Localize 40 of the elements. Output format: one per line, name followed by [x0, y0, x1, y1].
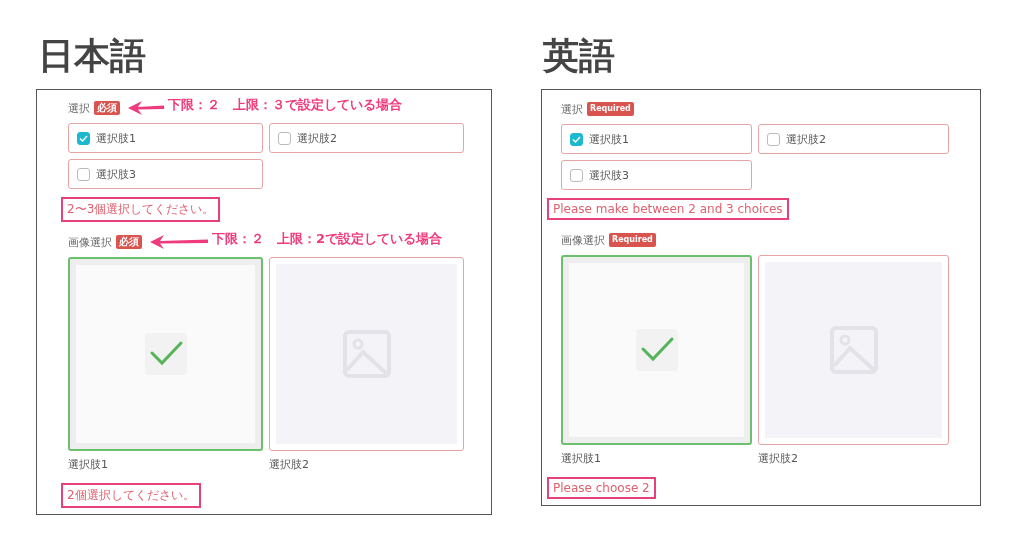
error-message: Please make between 2 and 3 choices	[547, 198, 789, 220]
checkbox[interactable]	[570, 132, 583, 146]
checkbox-option[interactable]: 選択肢3	[68, 159, 263, 189]
checkbox-option[interactable]: 選択肢2	[269, 123, 464, 153]
checkbox-option[interactable]: 選択肢3	[561, 160, 752, 190]
error-message: 2個選択してください。	[61, 483, 201, 508]
option-caption: 選択肢1	[561, 451, 602, 466]
annotation-note: 下限：２ 上限：３で設定している場合	[168, 96, 402, 114]
arrow-icon	[128, 101, 164, 115]
checkbox-option[interactable]: 選択肢1	[561, 124, 752, 154]
checkbox-option[interactable]: 選択肢1	[68, 123, 263, 153]
checkbox[interactable]	[570, 168, 583, 182]
field-label: 画像選択	[68, 234, 112, 250]
image-choice[interactable]	[68, 257, 263, 451]
checkbox[interactable]	[77, 167, 90, 181]
field-label: 画像選択	[561, 232, 605, 248]
error-message: 2〜3個選択してください。	[61, 197, 221, 222]
language-heading: 英語	[543, 34, 616, 78]
checkbox[interactable]	[278, 131, 291, 145]
image-choice[interactable]	[269, 257, 464, 451]
field-label: 選択	[68, 100, 90, 116]
check-icon	[633, 327, 680, 373]
field-label: 選択	[561, 101, 583, 117]
required-badge: 必須	[116, 235, 142, 249]
checkbox[interactable]	[77, 131, 90, 145]
annotation-note: 下限：２ 上限：2で設定している場合	[212, 230, 443, 248]
required-badge: Required	[609, 233, 656, 247]
language-heading: 日本語	[38, 34, 147, 78]
option-caption: 選択肢1	[68, 457, 109, 472]
option-caption: 選択肢2	[269, 457, 310, 472]
check-icon	[142, 331, 189, 377]
checkbox[interactable]	[767, 132, 780, 146]
option-caption: 選択肢2	[758, 451, 799, 466]
checkbox-option[interactable]: 選択肢2	[758, 124, 949, 154]
error-message: Please choose 2	[547, 477, 656, 499]
image-choice[interactable]	[561, 255, 752, 445]
arrow-icon	[150, 235, 208, 249]
image-choice[interactable]	[758, 255, 949, 445]
required-badge: 必須	[94, 101, 120, 115]
required-badge: Required	[587, 102, 634, 116]
